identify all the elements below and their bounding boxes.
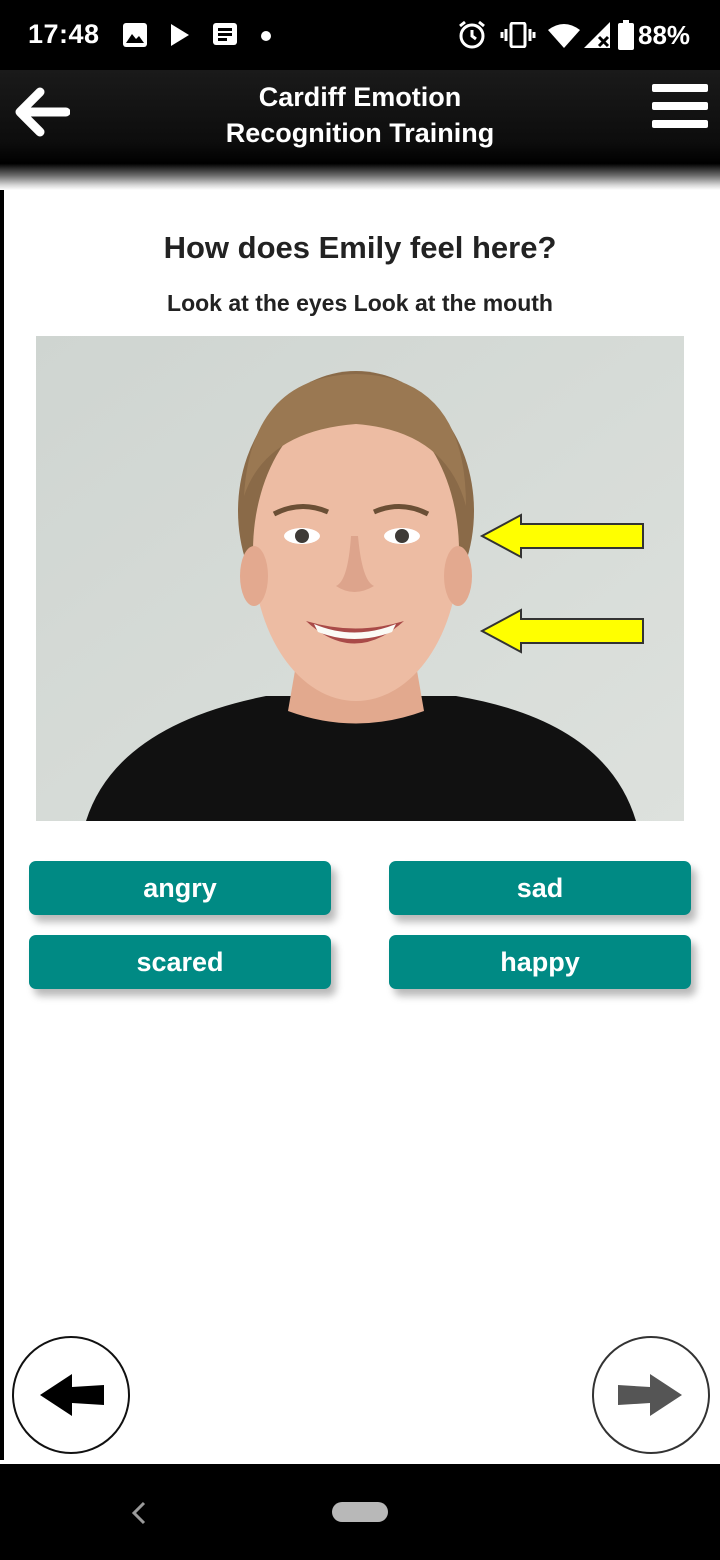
signal-icon — [584, 22, 610, 48]
system-nav-bar — [0, 1464, 720, 1560]
alarm-icon — [459, 20, 485, 49]
image-icon — [123, 23, 147, 47]
hint-text: Look at the eyes Look at the mouth — [167, 290, 553, 316]
message-icon — [213, 23, 237, 45]
answer-sad-button[interactable]: sad — [389, 861, 691, 915]
next-arrow-icon — [618, 1374, 682, 1416]
answer-scared-button[interactable]: scared — [29, 935, 331, 989]
answer-angry-button[interactable]: angry — [29, 861, 331, 915]
app-title-line2: Recognition Training — [225, 118, 495, 148]
next-button[interactable] — [592, 1336, 710, 1454]
face-photo-illustration — [36, 336, 684, 821]
face-photo — [36, 336, 684, 821]
status-time: 17:48 — [28, 19, 100, 49]
play-icon — [171, 24, 189, 46]
home-pill-icon[interactable] — [332, 1502, 388, 1522]
back-arrow-icon[interactable] — [10, 82, 70, 142]
status-bar: 17:48 88% — [0, 0, 720, 70]
previous-button[interactable] — [12, 1336, 130, 1454]
answer-happy-button[interactable]: happy — [389, 935, 691, 989]
vibrate-icon — [500, 22, 536, 48]
battery-percentage: 88% — [638, 20, 691, 50]
left-edge-rail — [0, 190, 4, 1460]
menu-icon[interactable] — [652, 84, 708, 132]
app-title: Cardiff Emotion Recognition Training — [160, 79, 560, 151]
app-header: Cardiff Emotion Recognition Training — [0, 70, 720, 190]
previous-arrow-icon — [40, 1374, 104, 1416]
wifi-icon — [548, 24, 580, 48]
system-back-icon[interactable] — [130, 1500, 148, 1526]
question-text: How does Emily feel here? — [163, 230, 557, 265]
app-title-line1: Cardiff Emotion — [258, 82, 462, 112]
dot-icon — [261, 31, 271, 41]
battery-icon — [618, 20, 634, 50]
